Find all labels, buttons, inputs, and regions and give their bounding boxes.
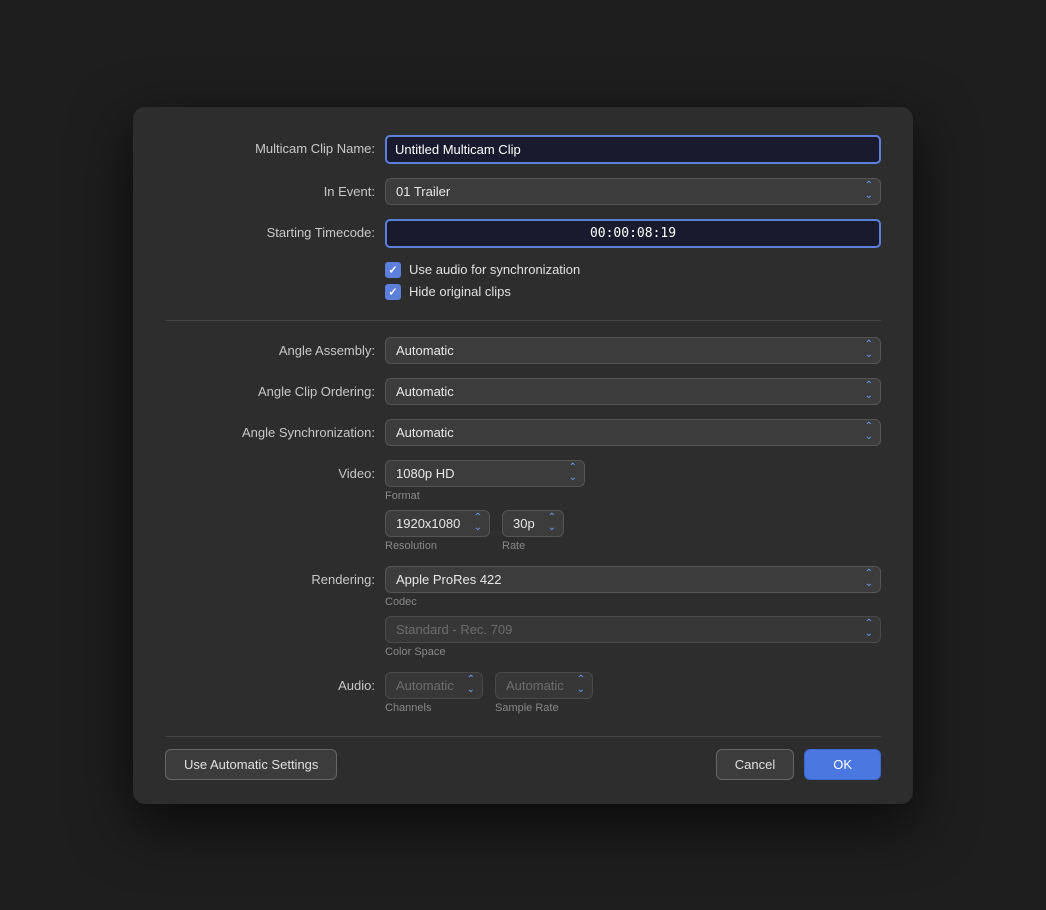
- in-event-row: In Event: 01 Trailer ⌃⌄: [165, 178, 881, 205]
- in-event-select-wrapper: 01 Trailer ⌃⌄: [385, 178, 881, 205]
- video-format-col: 1080p HD ⌃⌄ Format: [385, 460, 881, 502]
- video-resolution-sub-label: Resolution: [385, 540, 490, 552]
- angle-sync-label: Angle Synchronization:: [165, 419, 385, 442]
- timecode-control: [385, 219, 881, 248]
- video-format-select-wrapper: 1080p HD ⌃⌄: [385, 460, 585, 487]
- angle-clip-ordering-row: Angle Clip Ordering: Automatic ⌃⌄: [165, 378, 881, 405]
- timecode-row: Starting Timecode:: [165, 219, 881, 248]
- angle-sync-select-wrapper: Automatic ⌃⌄: [385, 419, 881, 446]
- audio-sample-rate-select[interactable]: Automatic: [495, 672, 593, 699]
- in-event-select[interactable]: 01 Trailer: [385, 178, 881, 205]
- rendering-row: Rendering: Apple ProRes 422 ⌃⌄ Codec Sta…: [165, 566, 881, 658]
- dialog-footer: Use Automatic Settings Cancel OK: [165, 736, 881, 780]
- angle-sync-control: Automatic ⌃⌄: [385, 419, 881, 446]
- checkboxes-spacer: [165, 262, 385, 268]
- cancel-button[interactable]: Cancel: [716, 749, 794, 780]
- angle-clip-ordering-select-wrapper: Automatic ⌃⌄: [385, 378, 881, 405]
- in-event-control: 01 Trailer ⌃⌄: [385, 178, 881, 205]
- angle-sync-row: Angle Synchronization: Automatic ⌃⌄: [165, 419, 881, 446]
- audio-row: Audio: Automatic ⌃⌄ Channels Automatic: [165, 672, 881, 714]
- checkboxes-area: Use audio for synchronization Hide origi…: [385, 262, 881, 306]
- rendering-colorspace-select[interactable]: Standard - Rec. 709: [385, 616, 881, 643]
- clip-name-input[interactable]: [385, 135, 881, 164]
- divider-1: [165, 320, 881, 321]
- angle-clip-ordering-label: Angle Clip Ordering:: [165, 378, 385, 401]
- audio-label: Audio:: [165, 672, 385, 695]
- video-label: Video:: [165, 460, 385, 483]
- rendering-codec-sub-label: Codec: [385, 596, 881, 608]
- video-resolution-col: 1920x1080 ⌃⌄ Resolution: [385, 510, 490, 552]
- video-format-select[interactable]: 1080p HD: [385, 460, 585, 487]
- clip-name-row: Multicam Clip Name:: [165, 135, 881, 164]
- rendering-colorspace-sub-label: Color Space: [385, 646, 881, 658]
- audio-sample-rate-select-wrapper: Automatic ⌃⌄: [495, 672, 593, 699]
- rendering-colorspace-select-wrapper: Standard - Rec. 709 ⌃⌄: [385, 616, 881, 643]
- clip-name-control: [385, 135, 881, 164]
- video-control: 1080p HD ⌃⌄ Format 1920x1080 ⌃⌄ Resoluti…: [385, 460, 881, 552]
- audio-channels-select[interactable]: Automatic: [385, 672, 483, 699]
- audio-sample-rate-sub-label: Sample Rate: [495, 702, 593, 714]
- footer-right-buttons: Cancel OK: [716, 749, 881, 780]
- angle-assembly-control: Automatic ⌃⌄: [385, 337, 881, 364]
- rendering-label: Rendering:: [165, 566, 385, 589]
- clip-name-label: Multicam Clip Name:: [165, 135, 385, 158]
- use-automatic-settings-button[interactable]: Use Automatic Settings: [165, 749, 337, 780]
- use-audio-sync-checkbox[interactable]: [385, 262, 401, 278]
- video-rate-select-wrapper: 30p ⌃⌄: [502, 510, 564, 537]
- in-event-label: In Event:: [165, 178, 385, 201]
- rendering-control: Apple ProRes 422 ⌃⌄ Codec Standard - Rec…: [385, 566, 881, 658]
- audio-two-col: Automatic ⌃⌄ Channels Automatic ⌃⌄ Sampl…: [385, 672, 881, 714]
- angle-sync-select[interactable]: Automatic: [385, 419, 881, 446]
- ok-button[interactable]: OK: [804, 749, 881, 780]
- angle-assembly-select[interactable]: Automatic: [385, 337, 881, 364]
- rendering-codec-select-wrapper: Apple ProRes 422 ⌃⌄: [385, 566, 881, 593]
- timecode-input[interactable]: [385, 219, 881, 248]
- use-audio-sync-row: Use audio for synchronization: [385, 262, 881, 278]
- video-resolution-select-wrapper: 1920x1080 ⌃⌄: [385, 510, 490, 537]
- audio-channels-select-wrapper: Automatic ⌃⌄: [385, 672, 483, 699]
- hide-original-label[interactable]: Hide original clips: [409, 284, 511, 299]
- hide-original-checkbox[interactable]: [385, 284, 401, 300]
- video-resolution-select[interactable]: 1920x1080: [385, 510, 490, 537]
- use-audio-sync-label[interactable]: Use audio for synchronization: [409, 262, 580, 277]
- audio-sample-rate-col: Automatic ⌃⌄ Sample Rate: [495, 672, 593, 714]
- video-rate-sub-label: Rate: [502, 540, 564, 552]
- video-row: Video: 1080p HD ⌃⌄ Format 1920x1080: [165, 460, 881, 552]
- checkboxes-row: Use audio for synchronization Hide origi…: [165, 262, 881, 306]
- angle-clip-ordering-control: Automatic ⌃⌄: [385, 378, 881, 405]
- angle-clip-ordering-select[interactable]: Automatic: [385, 378, 881, 405]
- audio-channels-sub-label: Channels: [385, 702, 483, 714]
- video-rate-col: 30p ⌃⌄ Rate: [502, 510, 564, 552]
- angle-assembly-row: Angle Assembly: Automatic ⌃⌄: [165, 337, 881, 364]
- new-multicam-clip-dialog: Multicam Clip Name: In Event: 01 Trailer…: [133, 107, 913, 804]
- angle-assembly-label: Angle Assembly:: [165, 337, 385, 360]
- hide-original-row: Hide original clips: [385, 284, 881, 300]
- audio-control: Automatic ⌃⌄ Channels Automatic ⌃⌄ Sampl…: [385, 672, 881, 714]
- video-res-rate-row: 1920x1080 ⌃⌄ Resolution 30p ⌃⌄ Rate: [385, 510, 881, 552]
- angle-assembly-select-wrapper: Automatic ⌃⌄: [385, 337, 881, 364]
- rendering-colorspace-col: Standard - Rec. 709 ⌃⌄ Color Space: [385, 616, 881, 658]
- audio-channels-col: Automatic ⌃⌄ Channels: [385, 672, 483, 714]
- timecode-label: Starting Timecode:: [165, 219, 385, 242]
- rendering-codec-col: Apple ProRes 422 ⌃⌄ Codec: [385, 566, 881, 608]
- video-format-sub-label: Format: [385, 490, 881, 502]
- rendering-codec-select[interactable]: Apple ProRes 422: [385, 566, 881, 593]
- video-rate-select[interactable]: 30p: [502, 510, 564, 537]
